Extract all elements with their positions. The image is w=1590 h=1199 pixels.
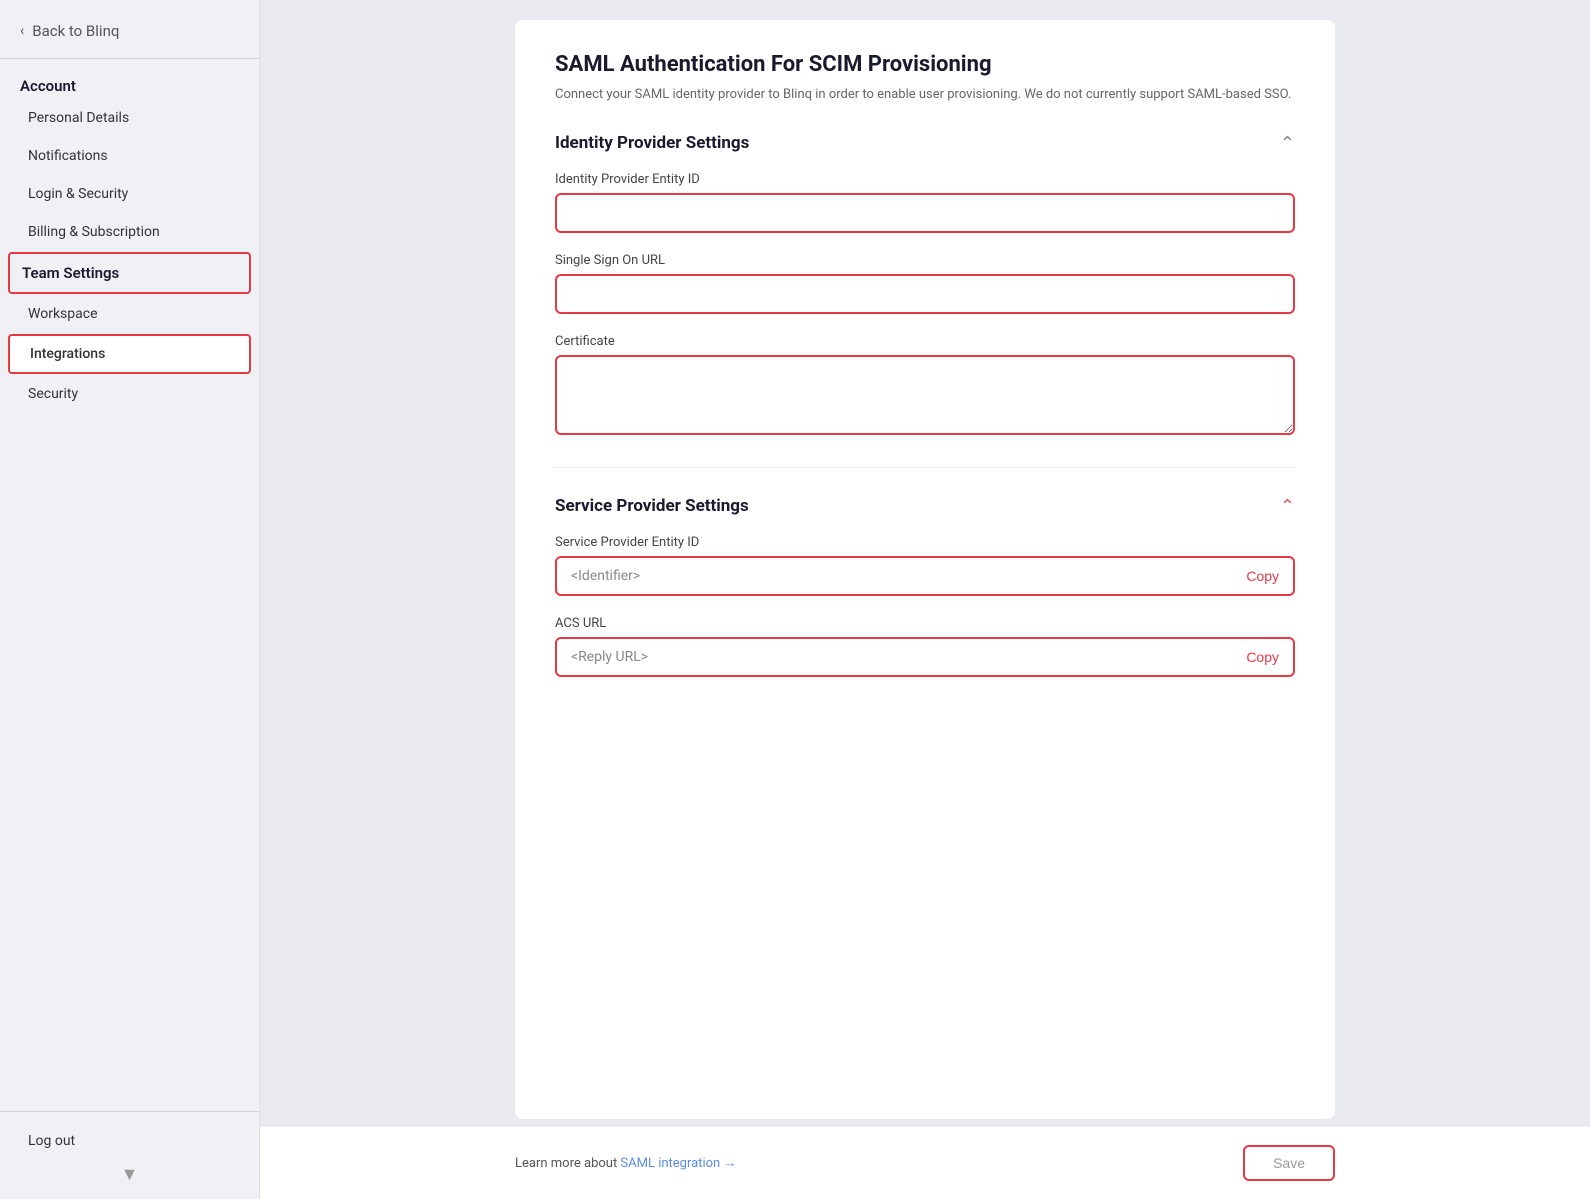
back-link-label: Back to Blinq (32, 22, 119, 40)
sp-entity-id-field-group: Service Provider Entity ID <Identifier> … (555, 535, 1295, 596)
sp-entity-id-field: <Identifier> Copy (555, 556, 1295, 596)
service-provider-section-header: Service Provider Settings ⌃ (555, 496, 1295, 517)
footer-inner: Learn more about SAML integration → Save (515, 1145, 1335, 1181)
identity-provider-section-title: Identity Provider Settings (555, 133, 749, 153)
sidebar-section-account[interactable]: Account (0, 63, 259, 99)
sidebar-bottom: Log out ▼ (0, 1111, 259, 1199)
certificate-label: Certificate (555, 334, 1295, 349)
sidebar-item-personal-details[interactable]: Personal Details (8, 100, 251, 136)
entity-id-input[interactable] (555, 193, 1295, 233)
entity-id-field-group: Identity Provider Entity ID (555, 172, 1295, 233)
back-to-blinq-link[interactable]: ‹ Back to Blinq (0, 0, 259, 58)
content-panel: SAML Authentication For SCIM Provisionin… (515, 20, 1335, 1119)
sso-url-input[interactable] (555, 274, 1295, 314)
saml-integration-link[interactable]: SAML integration → (620, 1156, 736, 1171)
sp-entity-id-value: <Identifier> (571, 568, 640, 584)
main-content: SAML Authentication For SCIM Provisionin… (260, 0, 1590, 1199)
sidebar-item-notifications[interactable]: Notifications (8, 138, 251, 174)
sidebar-section-team-settings[interactable]: Team Settings (8, 252, 251, 294)
acs-url-field-group: ACS URL <Reply URL> Copy (555, 616, 1295, 677)
acs-url-label: ACS URL (555, 616, 1295, 631)
page-subtitle: Connect your SAML identity provider to B… (555, 85, 1295, 105)
save-button[interactable]: Save (1243, 1145, 1335, 1181)
section-divider (555, 467, 1295, 468)
learn-more-text: Learn more about SAML integration → (515, 1155, 736, 1171)
back-arrow-icon: ‹ (20, 23, 24, 39)
acs-url-value: <Reply URL> (571, 649, 648, 665)
sidebar-item-billing[interactable]: Billing & Subscription (8, 214, 251, 250)
identity-provider-section-header: Identity Provider Settings ⌃ (555, 133, 1295, 154)
sso-url-label: Single Sign On URL (555, 253, 1295, 268)
sp-entity-id-copy-button[interactable]: Copy (1246, 568, 1279, 584)
sidebar: ‹ Back to Blinq Account Personal Details… (0, 0, 260, 1199)
sidebar-item-login-security[interactable]: Login & Security (8, 176, 251, 212)
sidebar-divider-top (0, 58, 259, 59)
certificate-textarea[interactable] (555, 355, 1295, 435)
identity-provider-chevron-icon[interactable]: ⌃ (1280, 133, 1295, 154)
page-title: SAML Authentication For SCIM Provisionin… (555, 52, 1295, 77)
sidebar-item-workspace[interactable]: Workspace (8, 296, 251, 332)
acs-url-copy-button[interactable]: Copy (1246, 649, 1279, 665)
sso-url-field-group: Single Sign On URL (555, 253, 1295, 314)
service-provider-chevron-icon[interactable]: ⌃ (1280, 496, 1295, 517)
certificate-field-group: Certificate (555, 334, 1295, 439)
sp-entity-id-label: Service Provider Entity ID (555, 535, 1295, 550)
scroll-down-indicator: ▼ (0, 1160, 259, 1189)
service-provider-section-title: Service Provider Settings (555, 496, 749, 516)
sidebar-item-integrations[interactable]: Integrations (8, 334, 251, 374)
sidebar-item-logout[interactable]: Log out (8, 1123, 251, 1159)
content-area: SAML Authentication For SCIM Provisionin… (260, 0, 1590, 1126)
entity-id-label: Identity Provider Entity ID (555, 172, 1295, 187)
acs-url-field: <Reply URL> Copy (555, 637, 1295, 677)
footer-wrapper: Learn more about SAML integration → Save (260, 1126, 1590, 1199)
sidebar-item-security[interactable]: Security (8, 376, 251, 412)
